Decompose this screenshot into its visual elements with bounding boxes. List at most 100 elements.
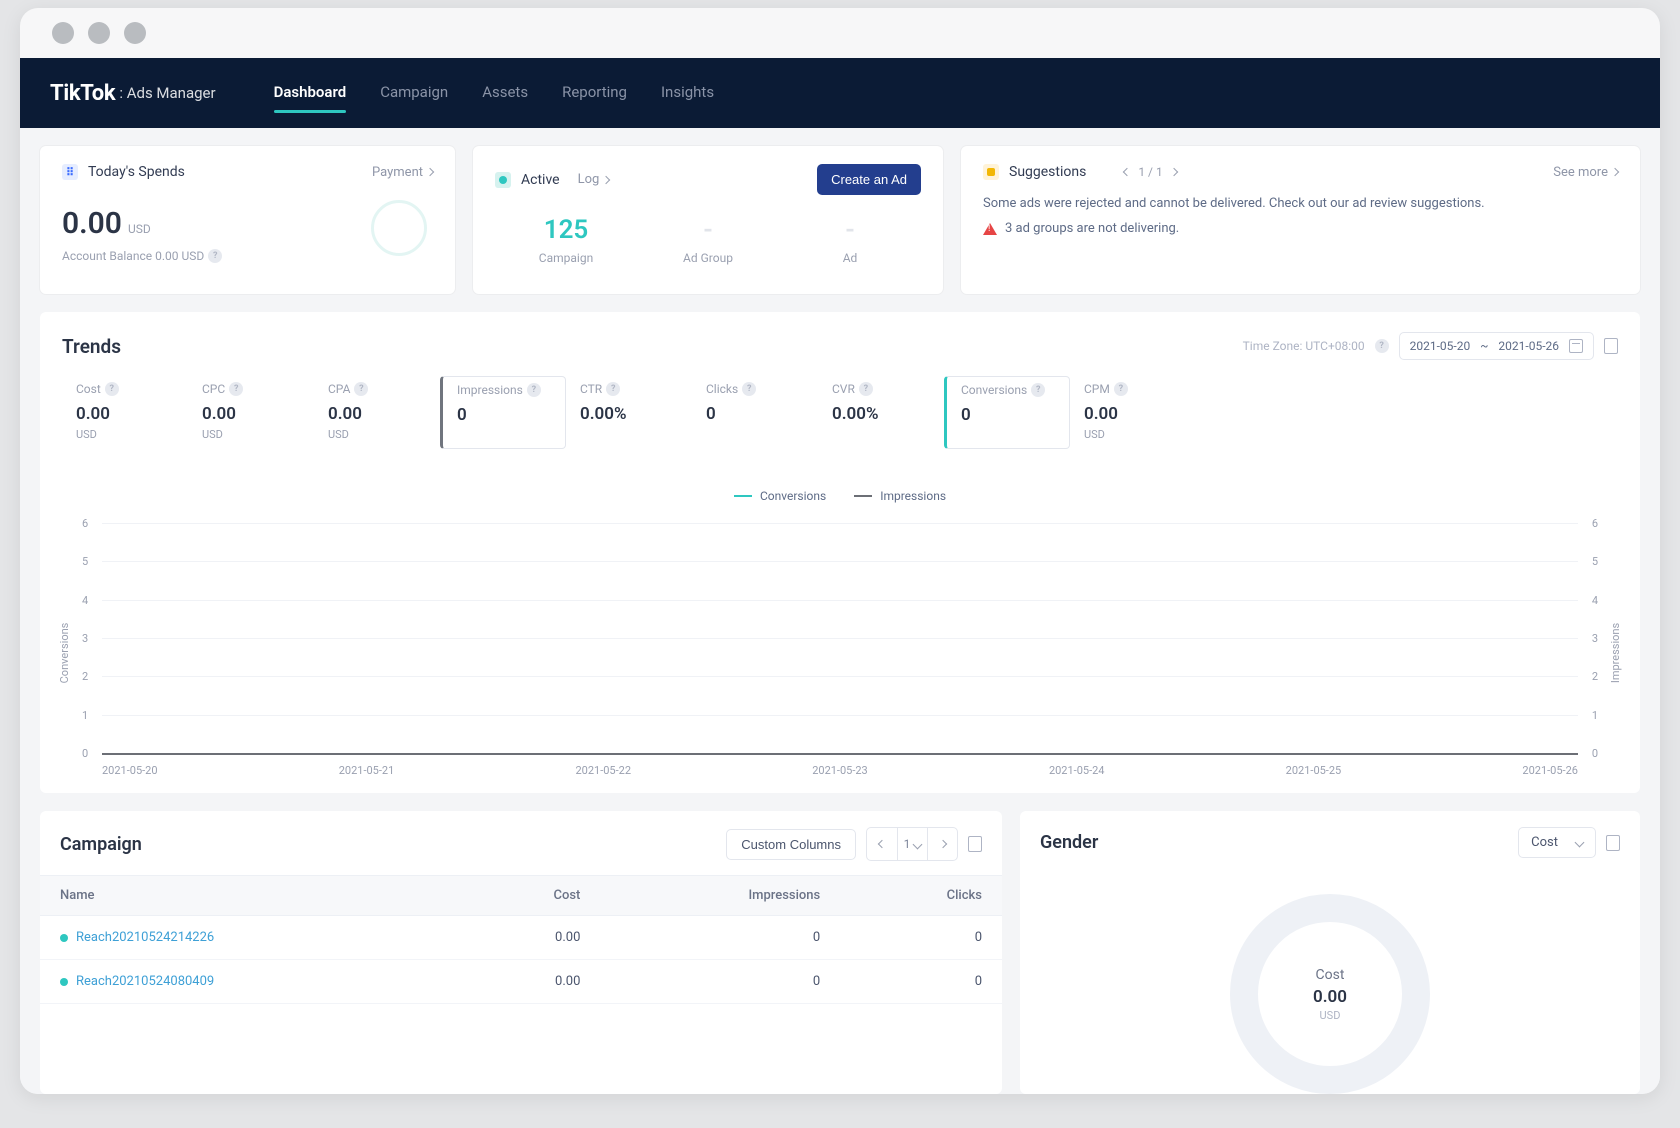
suggestions-warning: 3 ad groups are not delivering. <box>983 221 1618 236</box>
chevron-left-icon[interactable] <box>1123 168 1131 176</box>
page-prev-button[interactable] <box>867 828 897 860</box>
suggestions-message: Some ads were rejected and cannot be del… <box>983 196 1618 211</box>
payment-link[interactable]: Payment <box>372 165 433 180</box>
suggestions-page: 1 / 1 <box>1138 165 1162 179</box>
log-link[interactable]: Log <box>578 172 610 187</box>
date-to: 2021-05-26 <box>1498 339 1559 353</box>
metrics-row: Cost ?0.00USDCPC ?0.00USDCPA ?0.00USDImp… <box>62 376 1618 449</box>
create-ad-button[interactable]: Create an Ad <box>817 164 921 195</box>
panel-trends: Trends Time Zone: UTC+08:00 ? 2021-05-20… <box>40 312 1640 793</box>
card-todays-spends: ⠿ Today's Spends Payment 0.00USD Account… <box>40 146 455 294</box>
nav-item-campaign[interactable]: Campaign <box>380 83 448 103</box>
metric-ctr[interactable]: CTR ?0.00% <box>566 376 692 449</box>
legend-conversions[interactable]: Conversions <box>734 489 826 503</box>
page-number[interactable]: 1 <box>897 828 927 860</box>
campaign-table: NameCostImpressionsClicks Reach202105242… <box>40 875 1002 1004</box>
export-icon[interactable] <box>968 836 982 852</box>
window-dot <box>52 22 74 44</box>
help-icon[interactable]: ? <box>859 382 873 396</box>
help-icon[interactable]: ? <box>208 249 222 263</box>
metric-cpc[interactable]: CPC ?0.00USD <box>188 376 314 449</box>
card-suggestions: Suggestions 1 / 1 See more Some ads were… <box>961 146 1640 294</box>
panel-gender: Gender Cost Cost 0.00 USD <box>1020 811 1640 1094</box>
warning-icon <box>983 223 997 235</box>
chart-legend: Conversions Impressions <box>62 489 1618 503</box>
help-icon[interactable]: ? <box>606 382 620 396</box>
chevron-right-icon[interactable] <box>1169 168 1177 176</box>
metric-cpa[interactable]: CPA ?0.00USD <box>314 376 440 449</box>
active-col-ad: -Ad <box>779 215 921 265</box>
chart-area: Conversions Impressions 00112233445566 2… <box>62 523 1618 783</box>
window-dot <box>88 22 110 44</box>
suggestions-pager: 1 / 1 <box>1124 165 1176 179</box>
browser-frame: TikTok : Ads Manager DashboardCampaignAs… <box>20 8 1660 1094</box>
export-icon[interactable] <box>1606 835 1620 851</box>
legend-impressions[interactable]: Impressions <box>854 489 946 503</box>
nav-item-assets[interactable]: Assets <box>482 83 528 103</box>
metric-cpm[interactable]: CPM ?0.00USD <box>1070 376 1196 449</box>
metric-cost[interactable]: Cost ?0.00USD <box>62 376 188 449</box>
nav-item-dashboard[interactable]: Dashboard <box>274 83 347 103</box>
account-balance: Account Balance 0.00 USD ? <box>62 249 433 263</box>
nav-item-reporting[interactable]: Reporting <box>562 83 627 103</box>
active-status-label: Active <box>521 172 560 188</box>
x-tick: 2021-05-21 <box>339 764 395 777</box>
gender-title: Gender <box>1040 832 1098 853</box>
campaign-pager: 1 <box>866 827 958 861</box>
gender-metric-select[interactable]: Cost <box>1518 827 1596 858</box>
export-icon[interactable] <box>1604 338 1618 354</box>
metric-conversions[interactable]: Conversions ?0 <box>944 376 1070 449</box>
col-impressions[interactable]: Impressions <box>600 876 840 916</box>
nav-items: Dashboard Campaign Assets Reporting Insights <box>274 83 714 103</box>
date-tilde: ~ <box>1480 339 1488 353</box>
donut-center-value: 0.00 <box>1313 987 1347 1007</box>
metric-cvr[interactable]: CVR ?0.00% <box>818 376 944 449</box>
see-more-link[interactable]: See more <box>1553 165 1618 180</box>
col-cost[interactable]: Cost <box>457 876 601 916</box>
table-row[interactable]: Reach202105240804090.0000 <box>40 960 1002 1004</box>
page-next-button[interactable] <box>927 828 957 860</box>
help-icon[interactable]: ? <box>229 382 243 396</box>
browser-titlebar <box>20 8 1660 58</box>
custom-columns-button[interactable]: Custom Columns <box>726 829 856 860</box>
help-icon[interactable]: ? <box>1114 382 1128 396</box>
suggestions-badge-icon <box>983 164 999 180</box>
chevron-right-icon <box>1611 168 1619 176</box>
brand-name: TikTok <box>50 81 115 106</box>
help-icon[interactable]: ? <box>1031 383 1045 397</box>
campaign-name-link[interactable]: Reach20210524080409 <box>60 974 437 989</box>
status-dot-icon <box>60 934 68 942</box>
x-tick: 2021-05-23 <box>812 764 868 777</box>
help-icon[interactable]: ? <box>354 382 368 396</box>
chevron-right-icon <box>602 175 610 183</box>
help-icon[interactable]: ? <box>742 382 756 396</box>
campaign-name-link[interactable]: Reach20210524214226 <box>60 930 437 945</box>
x-tick: 2021-05-22 <box>575 764 631 777</box>
donut-center-label: Cost <box>1316 967 1345 983</box>
table-row[interactable]: Reach202105242142260.0000 <box>40 916 1002 960</box>
col-clicks[interactable]: Clicks <box>840 876 1002 916</box>
metric-impressions[interactable]: Impressions ?0 <box>440 376 566 449</box>
donut-center-unit: USD <box>1320 1009 1341 1022</box>
active-status-icon <box>495 172 511 188</box>
metric-clicks[interactable]: Clicks ?0 <box>692 376 818 449</box>
col-name[interactable]: Name <box>40 876 457 916</box>
y-axis-right-label: Impressions <box>1609 623 1622 683</box>
spend-progress-ring <box>371 200 427 256</box>
help-icon[interactable]: ? <box>527 383 541 397</box>
chevron-right-icon <box>426 168 434 176</box>
x-axis-ticks: 2021-05-20 2021-05-21 2021-05-22 2021-05-23… <box>102 764 1578 777</box>
trends-title: Trends <box>62 335 121 358</box>
timezone-label: Time Zone: UTC+08:00 <box>1243 339 1365 353</box>
window-dot <box>124 22 146 44</box>
panel-campaign: Campaign Custom Columns 1 NameCostImpres… <box>40 811 1002 1094</box>
y-axis-left-label: Conversions <box>58 623 71 684</box>
date-range-picker[interactable]: 2021-05-20 ~ 2021-05-26 <box>1399 332 1594 360</box>
chevron-down-icon <box>1575 838 1585 848</box>
help-icon[interactable]: ? <box>1375 339 1389 353</box>
x-tick: 2021-05-20 <box>102 764 158 777</box>
campaign-title: Campaign <box>60 834 142 855</box>
help-icon[interactable]: ? <box>105 382 119 396</box>
nav-item-insights[interactable]: Insights <box>661 83 714 103</box>
x-tick: 2021-05-26 <box>1522 764 1578 777</box>
